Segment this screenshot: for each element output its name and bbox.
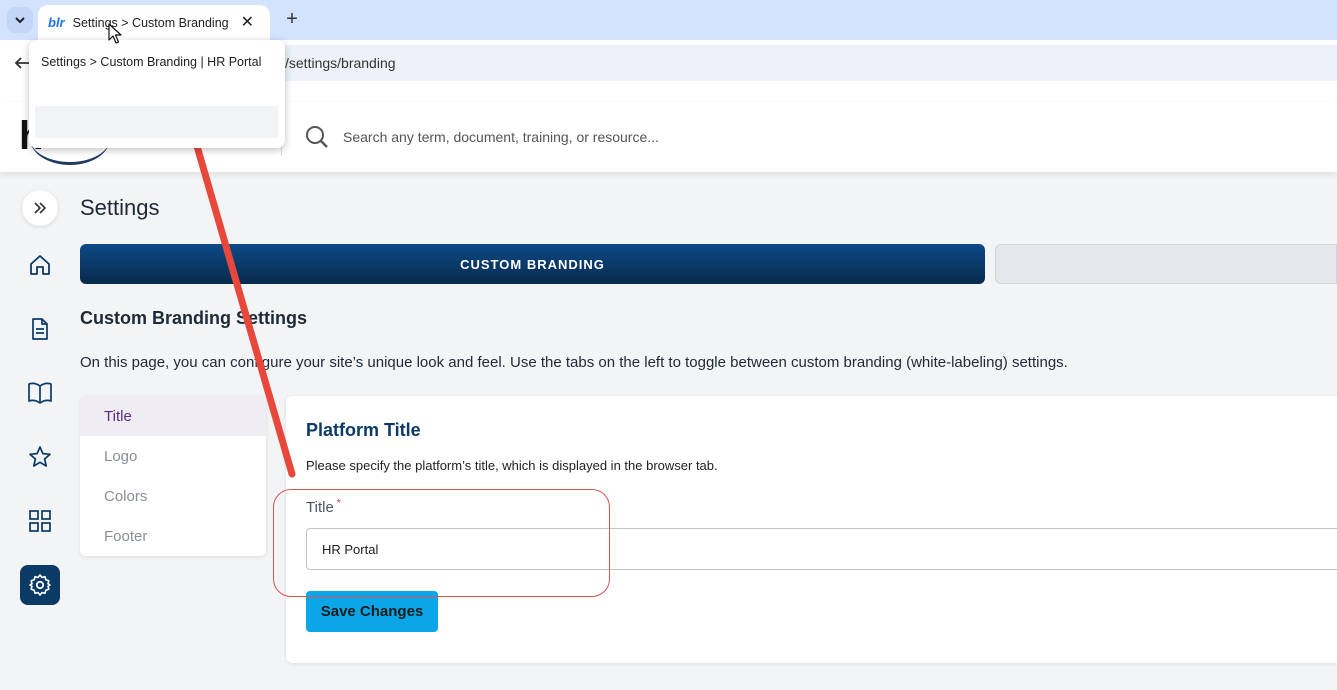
grid-icon bbox=[29, 510, 51, 532]
section-description: On this page, you can configure your sit… bbox=[80, 354, 1068, 371]
tab-custom-branding[interactable]: CUSTOM BRANDING bbox=[80, 244, 985, 284]
chevron-down-icon bbox=[15, 17, 25, 24]
tab-search-button[interactable] bbox=[7, 7, 33, 33]
document-icon bbox=[32, 318, 48, 340]
page-title: Settings bbox=[80, 195, 160, 220]
tooltip-text: Settings > Custom Branding | HR Portal bbox=[41, 55, 262, 69]
search-icon[interactable] bbox=[305, 125, 329, 149]
sidebar-item-training[interactable] bbox=[22, 375, 58, 411]
tab-title: Settings > Custom Branding | HR Portal bbox=[72, 15, 233, 30]
sidebar-item-settings[interactable] bbox=[20, 565, 60, 605]
tooltip-preview bbox=[35, 106, 278, 138]
subnav-item-footer[interactable]: Footer bbox=[80, 516, 266, 556]
browser-tab-active[interactable]: blr Settings > Custom Branding | HR Port… bbox=[38, 5, 270, 40]
sidebar-item-apps[interactable] bbox=[22, 503, 58, 539]
double-chevron-right-icon bbox=[34, 202, 47, 214]
panel-description: Please specify the platform’s title, whi… bbox=[306, 458, 718, 473]
subnav-item-colors[interactable]: Colors bbox=[80, 476, 266, 516]
gear-icon bbox=[29, 574, 51, 596]
tab-secondary[interactable] bbox=[995, 244, 1337, 284]
sidebar-expand-button[interactable] bbox=[22, 190, 58, 226]
sidebar-item-documents[interactable] bbox=[22, 311, 58, 347]
new-tab-button[interactable]: + bbox=[283, 8, 301, 30]
search-input[interactable] bbox=[343, 124, 1043, 150]
close-icon[interactable]: ✕ bbox=[241, 14, 254, 31]
mouse-cursor-icon bbox=[108, 23, 122, 44]
sidebar-item-favorites[interactable] bbox=[22, 439, 58, 475]
section-heading: Custom Branding Settings bbox=[80, 308, 308, 328]
book-icon bbox=[28, 382, 52, 404]
favicon-icon: blr bbox=[48, 15, 65, 30]
subnav-item-title[interactable]: Title bbox=[80, 396, 266, 436]
sidebar-item-home[interactable] bbox=[22, 247, 58, 283]
branding-subnav: Title Logo Colors Footer bbox=[80, 396, 266, 556]
star-icon bbox=[29, 446, 51, 467]
panel-title: Platform Title bbox=[306, 420, 421, 440]
home-icon bbox=[30, 255, 50, 275]
annotation-highlight-box bbox=[273, 489, 610, 597]
save-changes-button[interactable]: Save Changes bbox=[306, 591, 438, 632]
address-url[interactable]: /settings/branding bbox=[285, 55, 396, 71]
subnav-item-logo[interactable]: Logo bbox=[80, 436, 266, 476]
